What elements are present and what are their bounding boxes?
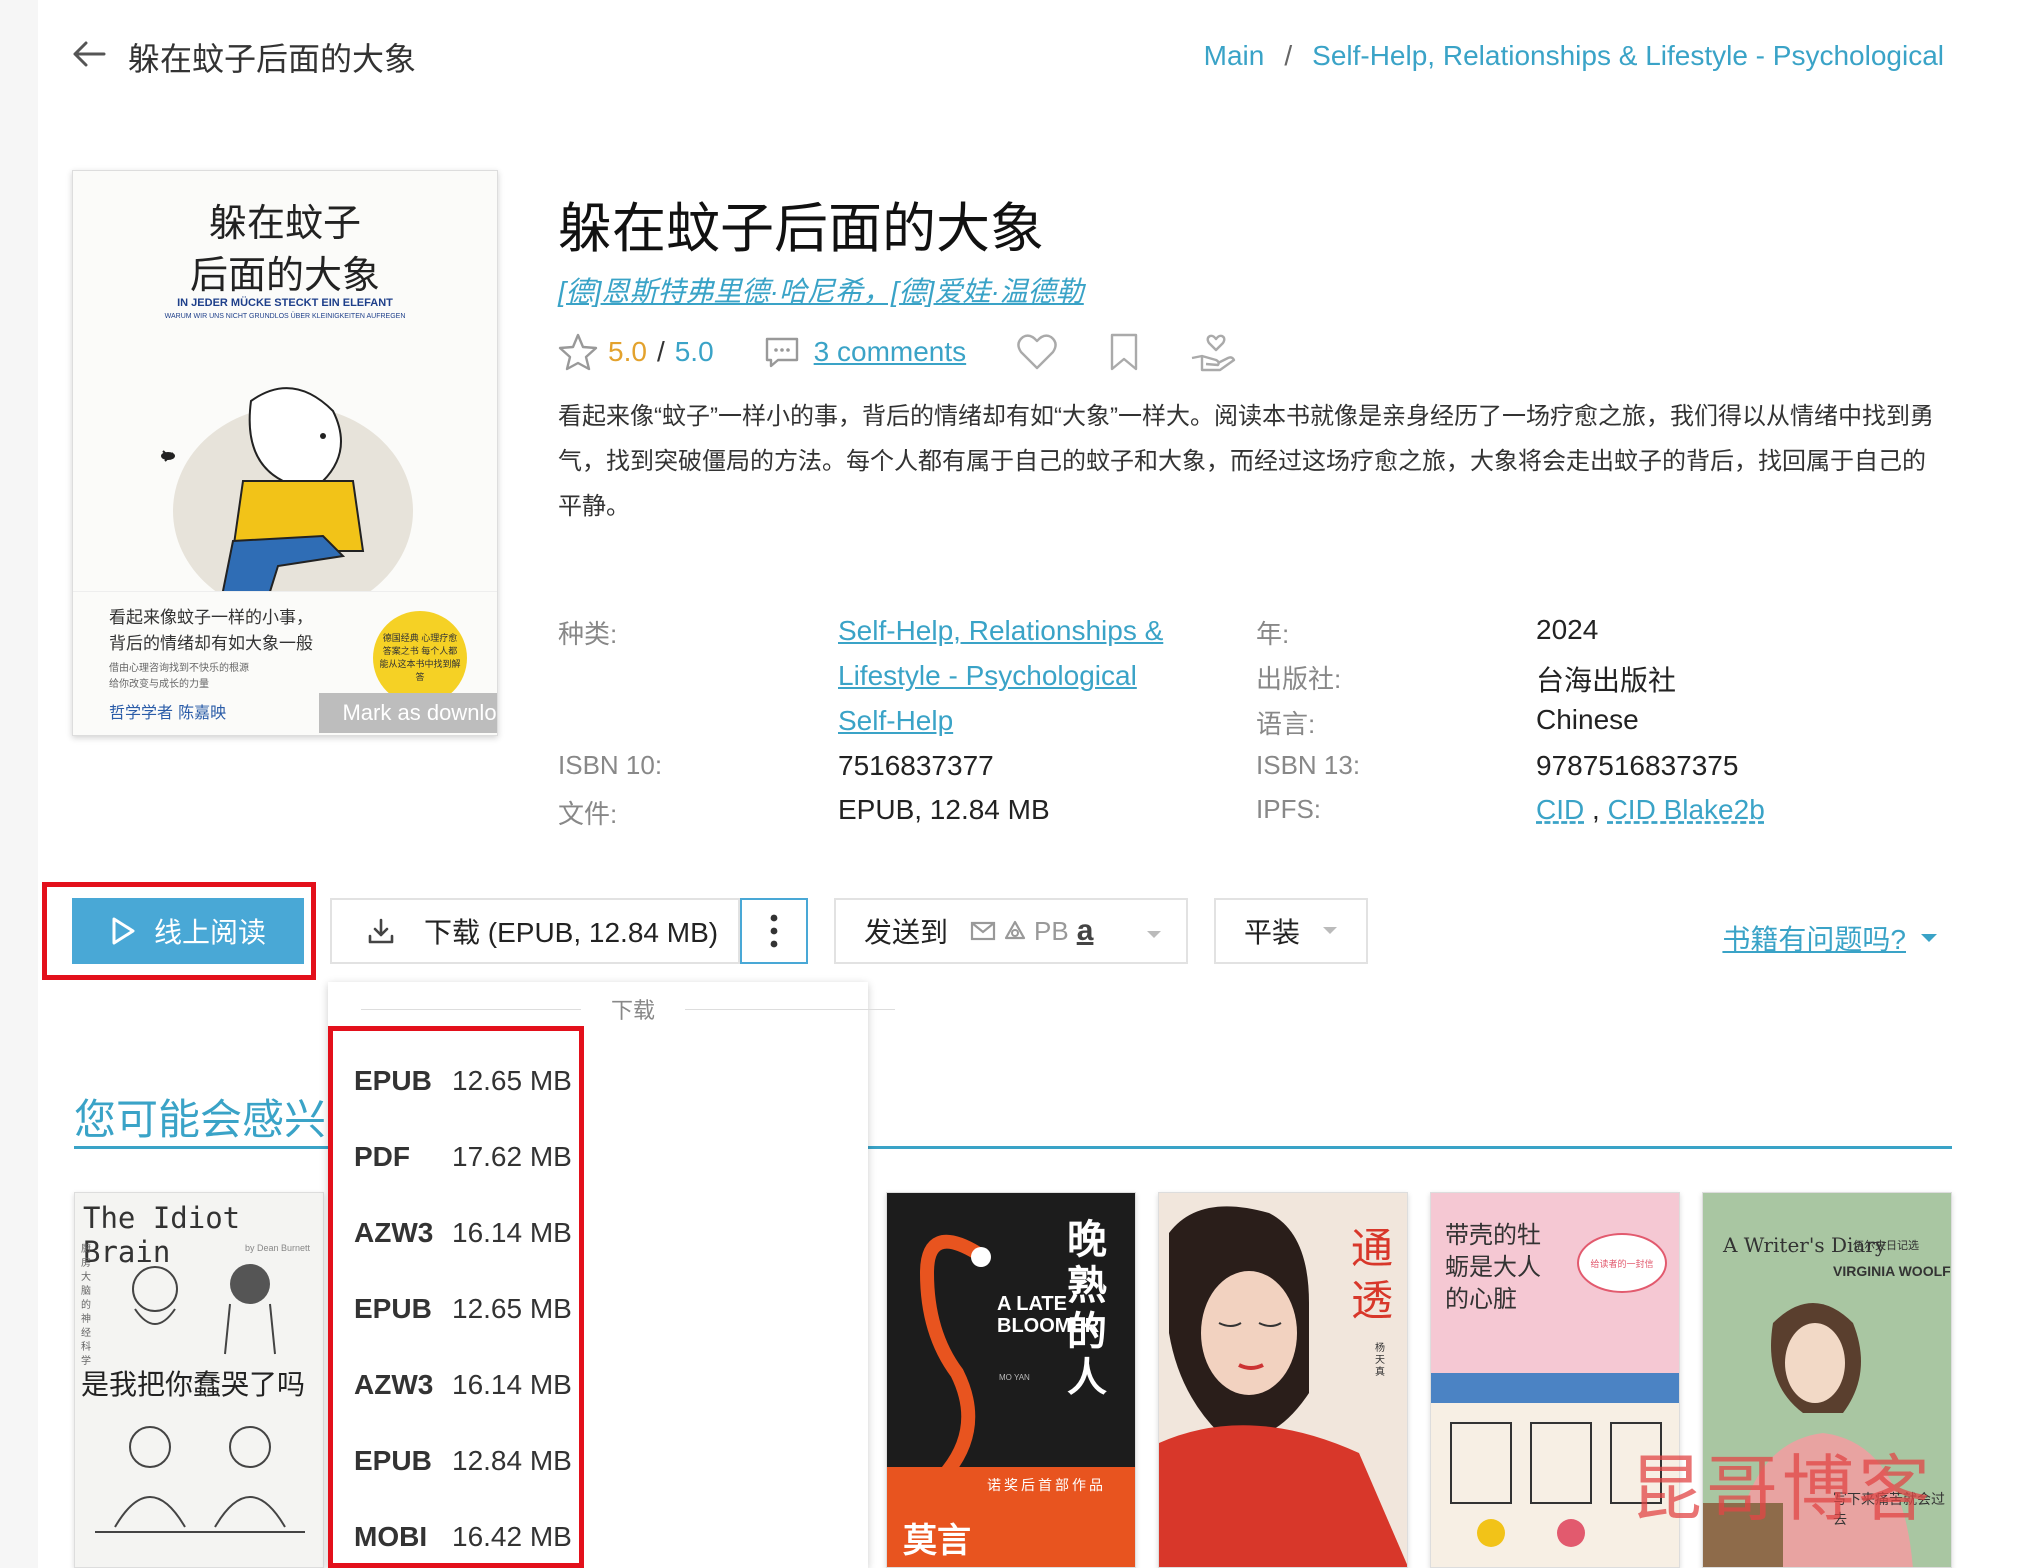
- pocketbook-icon: [1004, 920, 1026, 940]
- comments-link[interactable]: 3 comments: [764, 336, 967, 368]
- recommended-book-tongtou[interactable]: 通透 杨天真: [1158, 1192, 1408, 1568]
- chevron-down-icon: [1146, 915, 1162, 947]
- publisher-label: 出版社:: [1256, 664, 1342, 694]
- cover-tagline-small: 借由心理咨询找到不快乐的根源 给你改变与成长的力量: [109, 663, 249, 690]
- breadcrumb-separator: /: [1284, 40, 1293, 71]
- more-formats-button[interactable]: [740, 898, 808, 964]
- cover-subtitle: IN JEDER MÜCKE STECKT EIN ELEFANT: [177, 297, 393, 309]
- rating-max: 5.0: [674, 336, 714, 367]
- category-link[interactable]: Self-Help, Relationships & Lifestyle - P…: [838, 608, 1163, 743]
- year-label: 年:: [1256, 619, 1290, 649]
- play-icon: [112, 917, 135, 945]
- book-description: 看起来像“蚊子”一样小的事，背后的情绪却有如“大象”一样大。阅读本书就像是亲身经…: [558, 403, 1934, 520]
- bookmark-icon: [1110, 333, 1138, 371]
- cover-title: 躲在蚊子 后面的大象: [189, 201, 380, 297]
- hand-heart-icon: [1191, 334, 1236, 372]
- mark-downloaded-button[interactable]: Mark as downloaded: [319, 693, 497, 733]
- email-icon: [970, 921, 996, 941]
- dropdown-header: 下载: [328, 996, 895, 1023]
- send-to-label: 发送到: [864, 917, 949, 948]
- recommended-book-idiot-brain[interactable]: The Idiot Brain by Dean Burnett 厨房大脑的神经科…: [74, 1192, 324, 1568]
- format-option[interactable]: AZW3 16.14 MB: [354, 1360, 572, 1410]
- format-option[interactable]: EPUB 12.65 MB: [354, 1056, 572, 1106]
- send-to-button[interactable]: 发送到 PB a: [834, 898, 1188, 964]
- rating-separator: /: [656, 336, 665, 367]
- heart-icon: [1017, 334, 1057, 370]
- breadcrumb: Main / Self-Help, Relationships & Lifest…: [1204, 40, 1944, 72]
- report-issue-link[interactable]: 书籍有问题吗?: [1722, 918, 1938, 958]
- cover-tagline: 看起来像蚊子一样的小事， 背后的情绪却有如大象一般: [109, 608, 313, 654]
- recommendations-title: 您可能会感兴: [74, 1096, 327, 1143]
- isbn10-value: 7516837377: [838, 750, 994, 781]
- download-button[interactable]: 下载 (EPUB, 12.84 MB): [330, 898, 740, 964]
- report-issue-label: 书籍有问题吗?: [1722, 924, 1906, 955]
- format-label: 平装: [1244, 917, 1301, 948]
- amazon-icon: a: [1076, 914, 1094, 947]
- format-option[interactable]: AZW3 16.14 MB: [354, 1208, 572, 1258]
- cover-author: 哲学学者 陈嘉映: [109, 703, 227, 722]
- send-services: PB a: [970, 914, 1093, 948]
- idiot-brain-illustration-bottom: [95, 1426, 305, 1533]
- ipfs-blake-link[interactable]: CID Blake2b: [1608, 794, 1765, 825]
- format-option[interactable]: EPUB 12.65 MB: [354, 1284, 572, 1334]
- caret-down-icon: [1921, 934, 1937, 942]
- cover-badge: 德国经典 心理疗愈答案之书 每个人都能从这本书中找到解答: [373, 611, 467, 705]
- download-icon: [368, 918, 394, 944]
- star-icon: [558, 333, 598, 371]
- ipfs-separator: ,: [1592, 794, 1600, 825]
- format-selector[interactable]: 平装: [1214, 898, 1368, 964]
- more-vertical-icon: [770, 914, 778, 948]
- isbn10-label: ISBN 10:: [558, 750, 663, 780]
- header-title: 躲在蚊子后面的大象: [128, 41, 417, 77]
- format-option[interactable]: MOBI 16.42 MB: [354, 1512, 572, 1562]
- book-cover[interactable]: 躲在蚊子 后面的大象 IN JEDER MÜCKE STECKT EIN ELE…: [72, 170, 498, 736]
- download-label: 下载 (EPUB, 12.84 MB): [424, 917, 719, 948]
- format-option[interactable]: PDF 17.62 MB: [354, 1132, 572, 1182]
- chevron-down-icon: [1323, 927, 1338, 934]
- author-link[interactable]: [德]恩斯特弗里德·哈尼希，[德]爱娃·温德勒: [558, 270, 1084, 310]
- language-label: 语言:: [1256, 709, 1316, 739]
- book-meta-row: 5.0 / 5.0 3 comments: [558, 328, 1236, 376]
- isbn13-value: 9787516837375: [1536, 750, 1739, 781]
- ipfs-values: CID , CID Blake2b: [1536, 794, 1765, 826]
- blog-watermark: 昆哥博客: [1630, 1447, 1935, 1531]
- cover-subtitle-2: WARUM WIR UNS NICHT GRUNDLOS ÜBER KLEINI…: [164, 313, 406, 320]
- recommended-book-late-bloomer[interactable]: 晚熟的人 A LATE BLOOMER MO YAN 诺奖后首部作品 莫言: [886, 1192, 1136, 1568]
- file-label: 文件:: [558, 799, 618, 829]
- format-option[interactable]: EPUB 12.84 MB: [354, 1436, 572, 1486]
- file-value: EPUB, 12.84 MB: [838, 794, 1050, 825]
- ipfs-label: IPFS:: [1256, 794, 1322, 824]
- favorite-button[interactable]: [1016, 333, 1058, 371]
- read-online-label: 线上阅读: [153, 917, 266, 948]
- publisher-value: 台海出版社: [1536, 665, 1677, 696]
- breadcrumb-category[interactable]: Self-Help, Relationships & Lifestyle - P…: [1312, 40, 1944, 72]
- comment-icon: [765, 337, 798, 368]
- bookmark-button[interactable]: [1108, 332, 1140, 372]
- back-arrow-icon[interactable]: [72, 34, 108, 74]
- donate-button[interactable]: [1190, 332, 1236, 372]
- book-title: 躲在蚊子后面的大象: [558, 199, 1044, 259]
- comments-label: 3 comments: [813, 336, 967, 367]
- idiot-brain-illustration-top: [132, 1264, 276, 1355]
- category-label: 种类:: [558, 619, 618, 649]
- ipfs-cid-link[interactable]: CID: [1536, 794, 1584, 825]
- language-value: Chinese: [1536, 704, 1639, 735]
- rating[interactable]: 5.0 / 5.0: [558, 333, 714, 371]
- year-value: 2024: [1536, 614, 1599, 645]
- isbn13-label: ISBN 13:: [1256, 750, 1361, 780]
- breadcrumb-main[interactable]: Main: [1204, 40, 1265, 72]
- pb-label: PB: [1034, 915, 1069, 946]
- rating-current: 5.0: [608, 336, 647, 367]
- download-formats-dropdown: 下载 EPUB 12.65 MB PDF 17.62 MB AZW3 16.14 MB…: [328, 982, 895, 1568]
- read-online-button[interactable]: 线上阅读: [72, 898, 304, 964]
